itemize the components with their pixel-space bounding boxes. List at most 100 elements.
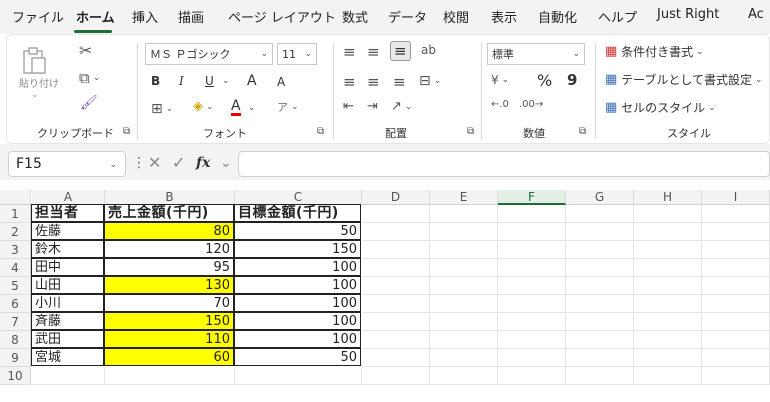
- font-color-button[interactable]: A: [231, 99, 241, 116]
- cell-f4[interactable]: [498, 259, 566, 277]
- cell-e4[interactable]: [430, 259, 498, 277]
- row-header-8[interactable]: 8: [0, 331, 31, 349]
- cell-f10[interactable]: [498, 367, 566, 385]
- menu-automate[interactable]: 自動化: [538, 7, 577, 26]
- column-header-g[interactable]: G: [566, 190, 634, 205]
- cell-e3[interactable]: [430, 241, 498, 259]
- cell-g8[interactable]: [566, 331, 634, 349]
- cell-c9[interactable]: 50: [234, 348, 361, 366]
- cell-g5[interactable]: [566, 277, 634, 295]
- cell-i4[interactable]: [702, 259, 770, 277]
- cell-c2[interactable]: 50: [234, 222, 361, 240]
- align-right-icon[interactable]: ≡: [393, 73, 406, 91]
- cell-f1[interactable]: [498, 205, 566, 223]
- menu-data[interactable]: データ: [388, 7, 427, 26]
- cell-i7[interactable]: [702, 313, 770, 331]
- number-launcher-icon[interactable]: ⧉: [579, 126, 586, 137]
- align-top-icon[interactable]: ≡: [343, 43, 356, 61]
- row-header-10[interactable]: 10: [0, 367, 31, 385]
- cell-g10[interactable]: [566, 367, 634, 385]
- chevron-down-icon[interactable]: ⌄: [220, 155, 232, 171]
- cell-c3[interactable]: 150: [234, 240, 361, 258]
- percent-button[interactable]: %: [537, 71, 552, 90]
- cell-g3[interactable]: [566, 241, 634, 259]
- bold-button[interactable]: B: [151, 74, 160, 88]
- cell-h8[interactable]: [634, 331, 702, 349]
- row-header-5[interactable]: 5: [0, 277, 31, 295]
- chevron-down-icon[interactable]: ⌄: [245, 103, 256, 113]
- column-header-d[interactable]: D: [362, 190, 430, 205]
- cell-i5[interactable]: [702, 277, 770, 295]
- copy-icon[interactable]: ⧉ ⌄: [79, 69, 100, 87]
- cell-h10[interactable]: [634, 367, 702, 385]
- name-box[interactable]: F15 ⌄: [8, 151, 126, 177]
- font-size-select[interactable]: 11 ⌄: [277, 43, 317, 65]
- cell-e10[interactable]: [430, 367, 498, 385]
- borders-icon[interactable]: ⊞ ⌄: [151, 101, 173, 117]
- cell-b10[interactable]: [105, 367, 235, 385]
- menu-home[interactable]: ホーム: [76, 7, 115, 26]
- cell-g4[interactable]: [566, 259, 634, 277]
- cell-a9[interactable]: 宮城: [31, 348, 104, 366]
- cell-c6[interactable]: 100: [234, 294, 361, 312]
- orientation-icon[interactable]: ↗ ⌄: [391, 99, 412, 114]
- cell-c5[interactable]: 100: [234, 276, 361, 294]
- cell-h1[interactable]: [634, 205, 702, 223]
- cell-i1[interactable]: [702, 205, 770, 223]
- cell-h7[interactable]: [634, 313, 702, 331]
- cell-d7[interactable]: [362, 313, 430, 331]
- menu-view[interactable]: 表示: [491, 7, 517, 26]
- increase-decimal-icon[interactable]: ←.0: [491, 99, 509, 110]
- cell-h3[interactable]: [634, 241, 702, 259]
- column-header-e[interactable]: E: [430, 190, 498, 205]
- cell-b2[interactable]: 80: [104, 222, 234, 240]
- cell-g7[interactable]: [566, 313, 634, 331]
- cell-b3[interactable]: 120: [104, 240, 234, 258]
- cell-e8[interactable]: [430, 331, 498, 349]
- cell-a3[interactable]: 鈴木: [31, 240, 104, 258]
- cell-c1[interactable]: 目標金額(千円): [234, 204, 361, 222]
- cell-i9[interactable]: [702, 349, 770, 367]
- cell-h2[interactable]: [634, 223, 702, 241]
- font-name-select[interactable]: ＭＳ Ｐゴシック ⌄: [145, 43, 273, 65]
- font-launcher-icon[interactable]: ⧉: [317, 126, 324, 137]
- row-header-6[interactable]: 6: [0, 295, 31, 313]
- cell-f7[interactable]: [498, 313, 566, 331]
- cell-f6[interactable]: [498, 295, 566, 313]
- decrease-indent-icon[interactable]: ⇤: [343, 99, 354, 114]
- cell-e1[interactable]: [430, 205, 498, 223]
- cell-d5[interactable]: [362, 277, 430, 295]
- align-middle-icon[interactable]: ≡: [367, 43, 380, 61]
- cell-c7[interactable]: 100: [234, 312, 361, 330]
- menu-insert[interactable]: 挿入: [132, 7, 158, 26]
- column-header-i[interactable]: I: [702, 190, 770, 205]
- shrink-font-button[interactable]: A: [277, 75, 285, 89]
- cell-styles-button[interactable]: ▦ セルのスタイル ⌄: [605, 99, 716, 116]
- chevron-down-icon[interactable]: ⌄: [219, 76, 230, 86]
- cell-g9[interactable]: [566, 349, 634, 367]
- cell-a8[interactable]: 武田: [31, 330, 104, 348]
- cell-f3[interactable]: [498, 241, 566, 259]
- cell-a10[interactable]: [32, 367, 105, 385]
- menu-review[interactable]: 校閲: [443, 7, 469, 26]
- cell-e9[interactable]: [430, 349, 498, 367]
- cell-f8[interactable]: [498, 331, 566, 349]
- row-header-3[interactable]: 3: [0, 241, 31, 259]
- cell-b7[interactable]: 150: [104, 312, 234, 330]
- cell-g1[interactable]: [566, 205, 634, 223]
- cell-c10[interactable]: [235, 367, 362, 385]
- currency-icon[interactable]: ¥ ⌄: [491, 73, 509, 87]
- fill-color-icon[interactable]: ◈ ⌄: [193, 99, 214, 114]
- column-header-c[interactable]: C: [235, 190, 362, 205]
- cell-h9[interactable]: [634, 349, 702, 367]
- column-header-a[interactable]: A: [32, 190, 105, 205]
- increase-indent-icon[interactable]: ⇥: [367, 99, 378, 114]
- menu-draw[interactable]: 描画: [178, 7, 204, 26]
- column-header-b[interactable]: B: [105, 190, 235, 205]
- cell-i3[interactable]: [702, 241, 770, 259]
- cell-i8[interactable]: [702, 331, 770, 349]
- cell-a6[interactable]: 小川: [31, 294, 104, 312]
- cell-d2[interactable]: [362, 223, 430, 241]
- cell-i6[interactable]: [702, 295, 770, 313]
- formula-input[interactable]: [238, 151, 770, 177]
